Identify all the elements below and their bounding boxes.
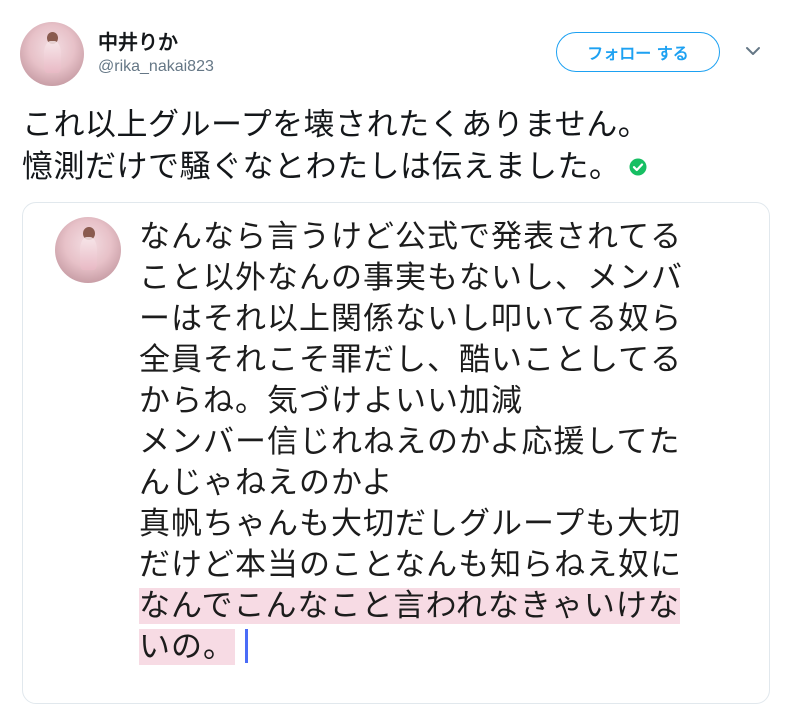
card-line: メンバー信じれねえのかよ応援してた xyxy=(139,424,681,460)
follow-button-label: フォロー する xyxy=(587,44,689,63)
tweet-line-with-icon: 憶測だけで騒ぐなとわたしは伝えました。 xyxy=(22,146,782,188)
avatar[interactable] xyxy=(20,22,84,86)
highlighted-text: いの。 xyxy=(139,629,235,665)
text-caret xyxy=(245,628,248,663)
tweet-line: これ以上グループを壊されたくありません。 xyxy=(22,107,650,143)
card-line: んじゃねえのかよ xyxy=(139,465,394,501)
card-line: なんなら言うけど公式で発表されてる xyxy=(139,219,683,255)
card-line-highlighted: いの。 xyxy=(139,627,759,668)
avatar-figure xyxy=(44,41,61,74)
card-message-text: なんなら言うけど公式で発表されてる こと以外なんの事実もないし、メンバ ーはそれ… xyxy=(139,217,759,668)
highlighted-text: なんでこんなこと言われなきゃいけな xyxy=(139,588,680,624)
attached-image-card[interactable]: なんなら言うけど公式で発表されてる こと以外なんの事実もないし、メンバ ーはそれ… xyxy=(22,202,770,704)
card-line: 全員それこそ罪だし、酷いことしてる xyxy=(139,342,683,378)
card-line: だけど本当のことなんも知らねえ奴に xyxy=(139,547,683,583)
user-name[interactable]: 中井りか xyxy=(98,26,178,55)
card-avatar xyxy=(55,217,121,283)
card-line: ーはそれ以上関係ないし叩いてる奴ら xyxy=(139,301,683,337)
card-line: からね。気づけよいい加減 xyxy=(139,383,523,419)
card-line: 真帆ちゃんも大切だしグループも大切 xyxy=(139,506,682,542)
tweet-line: 憶測だけで騒ぐなとわたしは伝えました。 xyxy=(22,149,621,185)
card-line-highlighted: なんでこんなこと言われなきゃいけな xyxy=(139,586,759,627)
tweet-page: 中井りか @rika_nakai823 フォロー する これ以上グループを壊され… xyxy=(0,0,794,718)
card-line: こと以外なんの事実もないし、メンバ xyxy=(139,260,683,296)
check-circle-icon xyxy=(629,158,646,175)
follow-button[interactable]: フォロー する xyxy=(556,32,720,72)
tweet-text: これ以上グループを壊されたくありません。 憶測だけで騒ぐなとわたしは伝えました。 xyxy=(22,104,782,188)
user-handle[interactable]: @rika_nakai823 xyxy=(98,58,214,76)
chevron-down-icon[interactable] xyxy=(744,42,762,60)
avatar-figure xyxy=(80,236,98,270)
